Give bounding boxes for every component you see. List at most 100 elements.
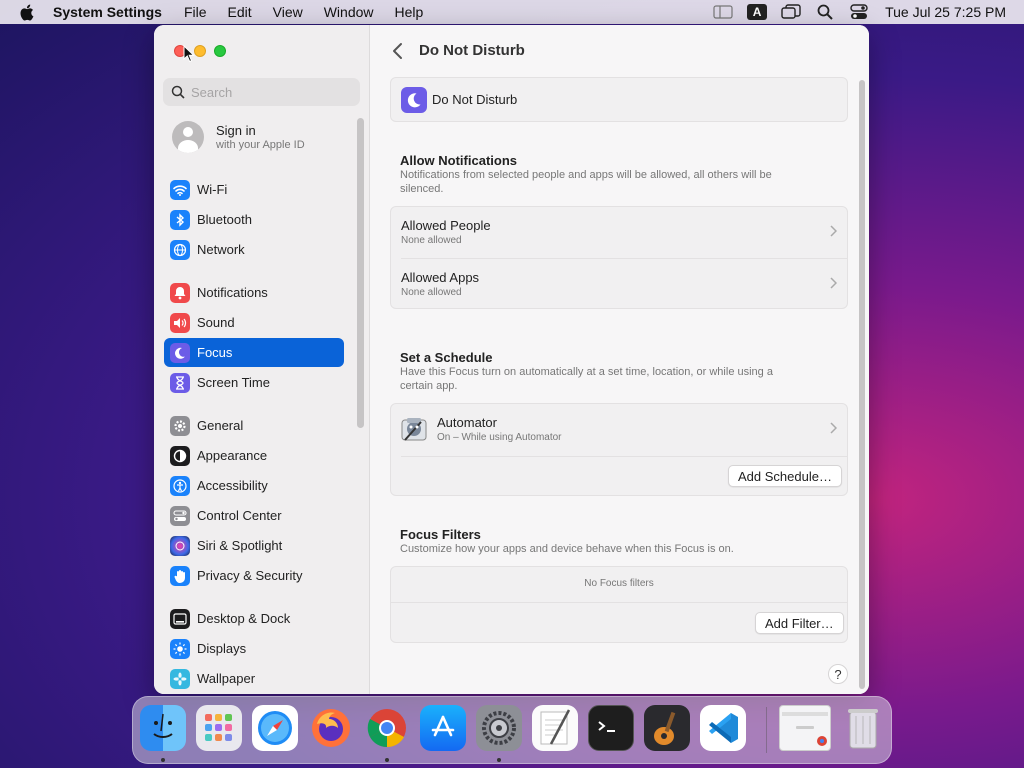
dock-garageband-icon[interactable] — [644, 705, 690, 751]
apple-id-sign-in[interactable]: Sign in with your Apple ID — [172, 121, 305, 153]
dock-launchpad-icon[interactable] — [196, 705, 242, 751]
sidebar-item-label: Accessibility — [197, 478, 268, 493]
sidebar-item-wallpaper[interactable]: Wallpaper — [164, 664, 344, 693]
apple-menu-icon[interactable] — [19, 3, 37, 21]
sidebar-item-label: Wi-Fi — [197, 182, 228, 197]
chevron-right-icon — [830, 422, 837, 434]
sidebar-scrollbar[interactable] — [357, 118, 364, 428]
search-icon — [171, 85, 185, 99]
sidebar-item-focus[interactable]: Focus — [164, 338, 344, 367]
sun-icon — [170, 638, 190, 659]
minimize-button[interactable] — [194, 45, 206, 57]
allowed-people-title: Allowed People — [401, 218, 491, 233]
menu-help[interactable]: Help — [395, 4, 424, 20]
sidebar-item-appearance[interactable]: Appearance — [164, 441, 344, 470]
mouse-pointer-icon — [183, 45, 195, 63]
dock-firefox-icon[interactable] — [308, 705, 354, 751]
sidebar-item-control-center[interactable]: Control Center — [164, 501, 344, 530]
screen-mirroring-icon[interactable] — [781, 3, 801, 21]
sidebar-item-label: Control Center — [197, 508, 282, 523]
sidebar: Sign in with your Apple ID Wi-Fi Bluetoo… — [154, 25, 370, 694]
main-scrollbar[interactable] — [859, 80, 865, 689]
sidebar-item-screen-time[interactable]: Screen Time — [164, 368, 344, 397]
accessibility-icon — [170, 475, 190, 496]
sidebar-item-label: Siri & Spotlight — [197, 538, 283, 553]
schedule-desc: Have this Focus turn on automatically at… — [400, 366, 773, 392]
menu-edit[interactable]: Edit — [228, 4, 252, 20]
sidebar-item-siri-spotlight[interactable]: Siri & Spotlight — [164, 531, 344, 560]
menu-clock[interactable]: Tue Jul 25 7:25 PM — [885, 4, 1006, 20]
control-center-menu-icon[interactable] — [849, 3, 869, 21]
allowed-apps-sub: None allowed — [401, 287, 462, 298]
dock-terminal-icon[interactable] — [588, 705, 634, 751]
add-filter-button[interactable]: Add Filter… — [755, 612, 844, 634]
search-field[interactable] — [163, 78, 360, 106]
menu-app-name[interactable]: System Settings — [53, 4, 162, 20]
schedule-card: Automator On – While using Automator Add… — [390, 403, 848, 496]
focus-filters-card: No Focus filters Add Filter… — [390, 566, 848, 643]
allowed-people-row[interactable]: Allowed People None allowed — [391, 207, 847, 257]
sidebar-item-displays[interactable]: Displays — [164, 634, 344, 663]
sidebar-item-label: Focus — [197, 345, 233, 360]
moon-icon — [401, 86, 427, 113]
sidebar-item-label: Privacy & Security — [197, 568, 303, 583]
sidebar-item-privacy-security[interactable]: Privacy & Security — [164, 561, 344, 590]
siri-icon — [170, 535, 190, 556]
sidebar-item-sound[interactable]: Sound — [164, 308, 344, 337]
dock-chrome-window-thumbnail-icon[interactable] — [779, 705, 831, 751]
allow-notifications-card: Allowed People None allowed Allowed Apps… — [390, 206, 848, 309]
spotlight-search-icon[interactable] — [815, 3, 835, 21]
menu-view[interactable]: View — [273, 4, 303, 20]
speaker-icon — [170, 312, 190, 333]
dock-vscode-icon[interactable] — [700, 705, 746, 751]
wifi-icon — [170, 179, 190, 200]
dock-safari-icon[interactable] — [252, 705, 298, 751]
automator-icon — [399, 414, 429, 444]
allow-notifications-title: Allow Notifications — [400, 153, 517, 168]
sidebar-item-notifications[interactable]: Notifications — [164, 278, 344, 307]
zoom-button[interactable] — [214, 45, 226, 57]
help-button[interactable]: ? — [828, 664, 848, 684]
schedule-title: Set a Schedule — [400, 350, 493, 365]
menu-bar: System Settings File Edit View Window He… — [0, 0, 1024, 24]
back-chevron-icon[interactable] — [390, 42, 406, 60]
moon-icon — [170, 342, 190, 363]
dock-system-settings-icon[interactable] — [476, 705, 522, 751]
bell-icon — [170, 282, 190, 303]
menu-file[interactable]: File — [184, 4, 207, 20]
dock-trash-icon[interactable] — [840, 705, 886, 751]
sidebar-item-network[interactable]: Network — [164, 235, 344, 264]
page-title: Do Not Disturb — [419, 42, 525, 59]
sidebar-item-wifi[interactable]: Wi-Fi — [164, 175, 344, 204]
automator-schedule-row[interactable]: Automator On – While using Automator — [391, 404, 847, 456]
dock-finder-icon[interactable] — [140, 705, 186, 751]
sidebar-toggle-icon[interactable] — [713, 3, 733, 21]
sidebar-item-accessibility[interactable]: Accessibility — [164, 471, 344, 500]
add-schedule-button[interactable]: Add Schedule… — [728, 465, 842, 487]
appearance-icon — [170, 445, 190, 466]
sidebar-item-label: Desktop & Dock — [197, 611, 291, 626]
focus-header-card: Do Not Disturb — [390, 77, 848, 122]
flower-icon — [170, 668, 190, 689]
avatar — [172, 121, 204, 153]
system-settings-window: Sign in with your Apple ID Wi-Fi Bluetoo… — [154, 25, 869, 694]
dock — [132, 696, 892, 764]
input-source-icon[interactable]: A — [747, 3, 768, 21]
hourglass-icon — [170, 372, 190, 393]
sidebar-item-label: Network — [197, 242, 245, 257]
sidebar-item-general[interactable]: General — [164, 411, 344, 440]
allowed-apps-title: Allowed Apps — [401, 270, 480, 285]
sidebar-item-bluetooth[interactable]: Bluetooth — [164, 205, 344, 234]
bluetooth-icon — [170, 209, 190, 230]
menu-window[interactable]: Window — [324, 4, 374, 20]
sidebar-item-desktop-dock[interactable]: Desktop & Dock — [164, 604, 344, 633]
search-input[interactable] — [191, 84, 351, 100]
dock-chrome-icon[interactable] — [364, 705, 410, 751]
focus-filters-desc: Customize how your apps and device behav… — [400, 543, 734, 555]
allowed-apps-row[interactable]: Allowed Apps None allowed — [391, 259, 847, 309]
dock-app-store-icon[interactable] — [420, 705, 466, 751]
control-center-icon — [170, 505, 190, 526]
allowed-people-sub: None allowed — [401, 235, 462, 246]
dock-textedit-icon[interactable] — [532, 705, 578, 751]
allow-notifications-desc: Notifications from selected people and a… — [400, 169, 772, 195]
